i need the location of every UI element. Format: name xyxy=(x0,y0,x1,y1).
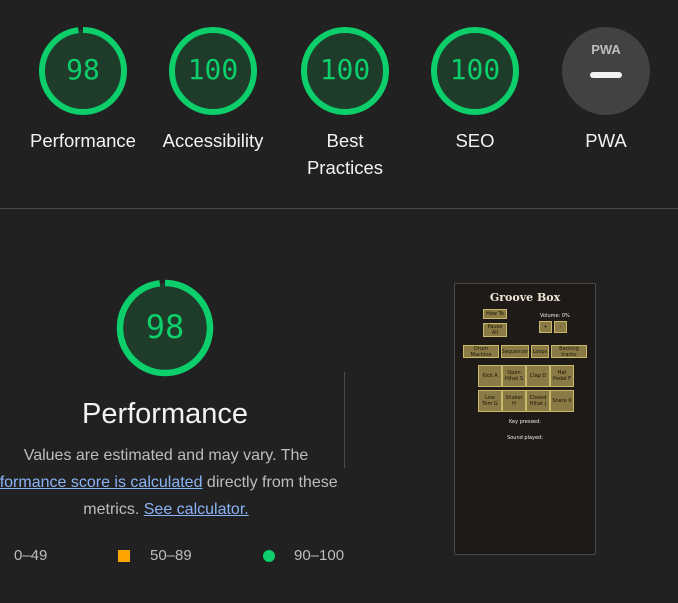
legend-average: 50–89 xyxy=(150,547,192,564)
volume-up-button: + xyxy=(539,321,552,333)
gauge-score: 98 xyxy=(66,53,100,86)
gauge-score: 100 xyxy=(319,53,371,86)
performance-description: Values are estimated and may vary. The r… xyxy=(0,442,352,523)
legend-fail: 0–49 xyxy=(14,547,48,564)
pwa-badge-text: PWA xyxy=(591,42,621,57)
key-pressed-text: Key pressed: xyxy=(509,419,541,425)
gauge-score: 100 xyxy=(187,53,239,86)
drum-pad: Snare K xyxy=(550,390,574,412)
drum-pad: Open Hihat S xyxy=(502,365,526,387)
drum-pad: Closed Hihat J xyxy=(526,390,550,412)
vertical-divider xyxy=(344,372,345,468)
gauge-pwa[interactable]: PWA PWA xyxy=(551,26,661,154)
gauge-best-practices[interactable]: 100 Best Practices xyxy=(290,26,400,181)
volume-readout: Volume: 0% xyxy=(540,313,570,319)
gauge-performance[interactable]: 98 Performance xyxy=(28,26,138,154)
sound-played-text: Sound played: xyxy=(507,435,543,441)
mode-button: Drum Machine xyxy=(463,345,499,358)
desc-text: directly from these xyxy=(202,474,338,491)
pass-circle-icon xyxy=(263,550,275,562)
drum-pad: Low Tom G xyxy=(478,390,502,412)
see-calculator-link[interactable]: See calculator. xyxy=(144,501,249,518)
gauge-label: SEO xyxy=(455,130,495,151)
gauge-label: Accessibility xyxy=(162,130,264,151)
desc-line-1: Values are estimated and may vary. The xyxy=(23,447,309,464)
final-screenshot-thumbnail: Groove Box How To Pause All Volume: 0% +… xyxy=(454,283,596,555)
desc-line-3: metrics. See calculator. xyxy=(0,496,352,523)
gauge-label: Performance xyxy=(30,130,136,151)
gauge-score: 100 xyxy=(449,53,501,86)
drum-pad: Kick A xyxy=(478,365,502,387)
mode-button: Sequencer xyxy=(501,345,529,358)
mode-button: Backing tracks xyxy=(551,345,587,358)
section-divider xyxy=(0,208,678,209)
groove-box-title: Groove Box xyxy=(489,291,561,304)
mode-button: Loops xyxy=(531,345,549,358)
score-calculated-link[interactable]: rformance score is calculated xyxy=(0,474,202,491)
how-to-button: How To xyxy=(483,309,507,319)
big-gauge-score: 98 xyxy=(145,308,185,346)
desc-text: metrics. xyxy=(83,501,144,518)
gauge-accessibility[interactable]: 100 Accessibility xyxy=(158,26,268,154)
average-square-icon xyxy=(118,550,130,562)
desc-line-2: rformance score is calculated directly f… xyxy=(0,469,352,496)
pwa-dash-icon xyxy=(590,72,622,78)
volume-down-button: - xyxy=(554,321,567,333)
performance-detail: 98 Performance xyxy=(0,278,330,431)
drum-pad: Clap D xyxy=(526,365,550,387)
gauge-label: PWA xyxy=(585,130,627,151)
drum-pad: Hat Pedal F xyxy=(550,365,574,387)
performance-title: Performance xyxy=(81,398,248,430)
legend-pass: 90–100 xyxy=(294,547,345,564)
gauge-seo[interactable]: 100 SEO xyxy=(420,26,530,154)
drum-pad: Shaker H xyxy=(502,390,526,412)
pwa-badge-icon xyxy=(562,27,650,115)
score-gauges: 98 Performance 100 Accessibility 100 Bes… xyxy=(0,0,678,208)
gauge-label: Best Practices xyxy=(306,130,384,178)
pause-all-button: Pause All xyxy=(483,323,507,337)
